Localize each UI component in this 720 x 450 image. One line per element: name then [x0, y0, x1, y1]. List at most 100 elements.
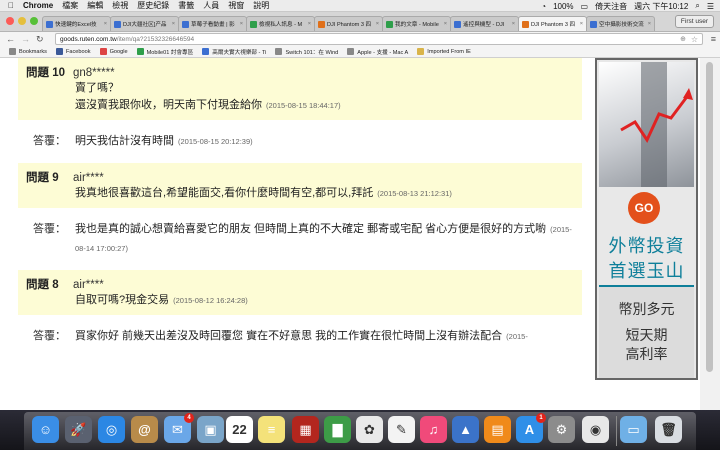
- tab-close-icon[interactable]: ×: [172, 21, 175, 27]
- notes-icon[interactable]: ≡: [258, 416, 285, 443]
- chrome-icon[interactable]: ◉: [582, 416, 609, 443]
- wifi-icon[interactable]: ◔: [541, 2, 546, 11]
- bookmark-item[interactable]: Apple - 支援 - Mac A: [347, 48, 408, 56]
- browser-tab[interactable]: 我的文章 - Mobile ×: [382, 16, 451, 31]
- question-date: (2015-08-13 21:12:31): [377, 189, 452, 198]
- reload-icon[interactable]: ↻: [36, 34, 44, 45]
- bookmark-label: 高爾夫實大視樂部 - Ti: [212, 49, 267, 56]
- app-store-icon[interactable]: A1: [516, 413, 546, 443]
- calendar-icon[interactable]: 22: [226, 416, 253, 443]
- answer-text-body: 買家你好 前幾天出差沒及時回覆您 實在不好意思 我的工作實在很忙時間上沒有辦法配…: [75, 330, 503, 342]
- system-preferences-icon[interactable]: ⚙: [548, 416, 575, 443]
- answer-text-body: 明天我估計沒有時間: [75, 135, 174, 147]
- question-label-text: 問題: [26, 67, 49, 79]
- dock-glyph: ▣: [204, 421, 217, 437]
- user-profile-button[interactable]: First user: [674, 15, 714, 28]
- minimize-window-button[interactable]: [18, 17, 26, 25]
- menu-history[interactable]: 歷史紀錄: [137, 0, 169, 11]
- dock-glyph: ▇: [332, 421, 343, 437]
- ad-subtext-1: 幣別多元: [618, 301, 675, 317]
- tab-close-icon[interactable]: ×: [376, 21, 379, 27]
- dock-glyph: ⚙: [555, 421, 568, 437]
- tab-strip: 快速鍵的Excel技 × DJI大疆社区]产品 × 草莓子看動畫 | 影 × 檢視私人訊息 …: [42, 16, 655, 32]
- contacts-icon[interactable]: @: [131, 416, 158, 443]
- menu-app-name[interactable]: Chrome: [23, 1, 53, 10]
- dock-glyph: A: [524, 422, 535, 437]
- browser-tab[interactable]: 快速鍵的Excel技 ×: [42, 16, 111, 31]
- finder-icon[interactable]: ☺: [32, 416, 59, 443]
- dock-glyph: 🗑: [660, 421, 677, 437]
- photos-icon[interactable]: ✿: [356, 416, 383, 443]
- input-method[interactable]: 倚天注音: [595, 1, 627, 12]
- ibooks-icon[interactable]: ▤: [484, 416, 511, 443]
- chrome-menu-icon[interactable]: ≡: [711, 34, 716, 44]
- tab-close-icon[interactable]: ×: [104, 21, 107, 27]
- menu-view[interactable]: 檢視: [112, 0, 128, 11]
- downloads-folder-icon[interactable]: ▭: [620, 416, 647, 443]
- bookmark-item[interactable]: Facebook: [55, 48, 91, 55]
- question-text: 我真地很喜歡這台,希望能面交,看你什麼時間有空,都可以,拜託 (2015-08-1…: [26, 185, 574, 202]
- tab-close-icon[interactable]: ×: [444, 21, 447, 27]
- preview-icon[interactable]: ▣: [197, 416, 224, 443]
- browser-tab[interactable]: 檢視私人訊息 - M ×: [246, 16, 315, 31]
- ad-go-button[interactable]: GO: [628, 192, 660, 224]
- address-bar[interactable]: goods.ruten.com.tw/item/qa?2153232664659…: [55, 33, 703, 45]
- ad-subtext-box: 幣別多元 短天期 高利率: [599, 285, 694, 378]
- tab-title: 空中攝影技術交流: [599, 22, 644, 28]
- tab-title: DJI大疆社区]产品: [123, 22, 167, 28]
- question-header: 問題 10 gn8*****: [26, 64, 574, 80]
- question-number: 10: [52, 67, 65, 79]
- scrollbar-thumb[interactable]: [706, 62, 713, 372]
- browser-tab[interactable]: DJI Phantom 3 四 ×: [518, 16, 587, 31]
- bookmark-item[interactable]: Switch 101：在 Wind: [275, 48, 338, 56]
- advertisement-banner[interactable]: GO 外幣投資 首選玉山 幣別多元 短天期 高利率: [595, 58, 698, 380]
- browser-tab[interactable]: 遙控與機型 - DJI ×: [450, 16, 519, 31]
- menu-file[interactable]: 檔案: [62, 0, 78, 11]
- zoom-window-button[interactable]: [30, 17, 38, 25]
- bookmark-item[interactable]: Google: [99, 48, 128, 55]
- menu-bookmarks[interactable]: 書籤: [178, 0, 194, 11]
- bookmark-item[interactable]: Imported From IE: [417, 48, 471, 55]
- clock[interactable]: 週六 下午10:12: [634, 1, 688, 12]
- back-icon[interactable]: ←: [6, 34, 15, 44]
- bookmark-item[interactable]: 高爾夫實大視樂部 - Ti: [202, 48, 266, 56]
- itunes-icon[interactable]: ♫: [420, 416, 447, 443]
- tab-close-icon[interactable]: ×: [580, 21, 583, 27]
- launchpad-icon[interactable]: 🚀: [65, 416, 92, 443]
- menu-people[interactable]: 人員: [203, 0, 219, 11]
- menu-help[interactable]: 說明: [253, 0, 269, 11]
- browser-tab[interactable]: DJI Phantom 3 四 ×: [314, 16, 383, 31]
- bookmark-item[interactable]: Bookmarks: [9, 48, 47, 55]
- photo-booth-icon[interactable]: ▦: [292, 416, 319, 443]
- browser-tab[interactable]: 草莓子看動畫 | 影 ×: [178, 16, 247, 31]
- safari-icon[interactable]: ◎: [98, 416, 125, 443]
- question-label: 問題 9: [26, 169, 73, 185]
- ad-subtext-2: 短天期: [625, 327, 668, 343]
- keynote-icon[interactable]: ▲: [452, 416, 479, 443]
- mail-icon[interactable]: ✉ 4: [164, 413, 194, 443]
- tab-close-icon[interactable]: ×: [240, 21, 243, 27]
- tab-close-icon[interactable]: ×: [308, 21, 311, 27]
- question-date: (2015-08-12 16:24:28): [173, 296, 248, 305]
- forward-icon[interactable]: →: [21, 34, 30, 44]
- menu-edit[interactable]: 編輯: [87, 0, 103, 11]
- bookmark-star-icon[interactable]: ☆: [691, 35, 698, 44]
- answer-label: 答覆：: [33, 330, 66, 342]
- zoom-icon[interactable]: ⊕: [680, 35, 686, 43]
- notification-center-icon[interactable]: ☰: [707, 2, 714, 11]
- close-window-button[interactable]: [6, 17, 14, 25]
- browser-tab[interactable]: 空中攝影技術交流 ×: [586, 16, 655, 31]
- browser-tab[interactable]: DJI大疆社区]产品 ×: [110, 16, 179, 31]
- question-block: 問題 9 air**** 我真地很喜歡這台,希望能面交,看你什麼時間有空,都可以,拜…: [18, 163, 582, 208]
- trash-icon[interactable]: 🗑: [655, 416, 682, 443]
- search-icon[interactable]: ⌕: [695, 1, 699, 11]
- tab-close-icon[interactable]: ×: [648, 21, 651, 27]
- tab-close-icon[interactable]: ×: [512, 21, 515, 27]
- bookmark-item[interactable]: Mobile01 討會專區: [136, 48, 193, 56]
- menu-window[interactable]: 視窗: [228, 0, 244, 11]
- apple-menu-icon[interactable]: : [8, 1, 14, 10]
- numbers-icon[interactable]: ▇: [324, 416, 351, 443]
- page-scrollbar[interactable]: [700, 58, 720, 410]
- battery-percent[interactable]: 100%: [553, 2, 573, 11]
- textedit-icon[interactable]: ✎: [388, 416, 415, 443]
